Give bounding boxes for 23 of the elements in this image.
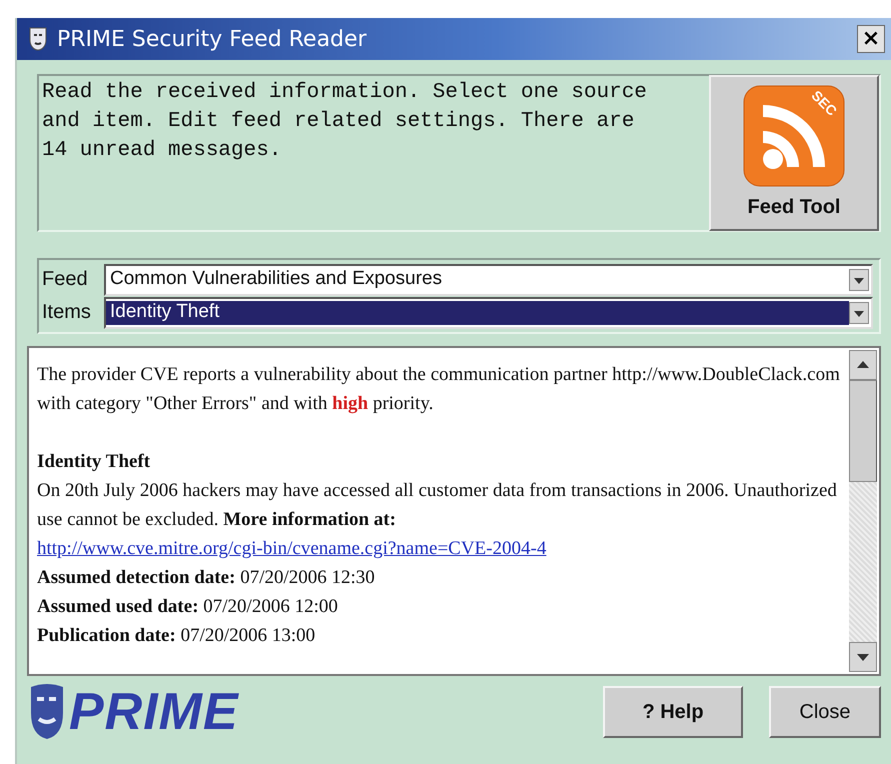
footer-button[interactable]: Close [769, 686, 881, 738]
scroll-up-icon[interactable] [849, 350, 877, 380]
dropdown[interactable]: Common Vulnerabilities and Exposures [104, 264, 873, 296]
footer-button[interactable]: ? Help [603, 686, 743, 738]
scrollbar[interactable] [849, 350, 877, 672]
info-link[interactable]: http://www.cve.mitre.org/cgi-bin/cvename.cgi?name=CVE-2004-4 [37, 538, 546, 559]
scroll-down-icon[interactable] [849, 642, 877, 672]
item-heading: Identity Theft [37, 450, 152, 474]
rss-icon [743, 85, 845, 187]
date-field: Assumed used date: 07/20/2006 12:00 [37, 592, 841, 621]
window-title: PRIME Security Feed Reader [57, 26, 368, 52]
dropdown[interactable]: Identity Theft [104, 296, 873, 328]
selector-label: Feed [42, 268, 89, 291]
scroll-thumb[interactable] [849, 380, 877, 482]
mask-icon [27, 26, 49, 52]
item-description: On 20th July 2006 hackers may have accessed all customer data from transactions in 2006. Unauthorized use cannot be excluded. More information at: [37, 479, 838, 532]
date-field: Publication date: 07/20/2006 13:00 [37, 621, 841, 650]
prime-logo: PRIME [69, 682, 239, 742]
selector-label: Items [42, 301, 92, 324]
date-field: Assumed detection date: 07/20/2006 12:30 [37, 563, 841, 592]
report-text: The provider CVE reports a vulnerability about the communication partner http://www.DoubleClack.com with category "Other Errors" and with high priority. [37, 363, 841, 416]
close-button[interactable]: × [857, 25, 885, 53]
info-text: Read the received information. Select one source and item. Edit feed related settings. There are 14 unread messages. [42, 80, 648, 164]
